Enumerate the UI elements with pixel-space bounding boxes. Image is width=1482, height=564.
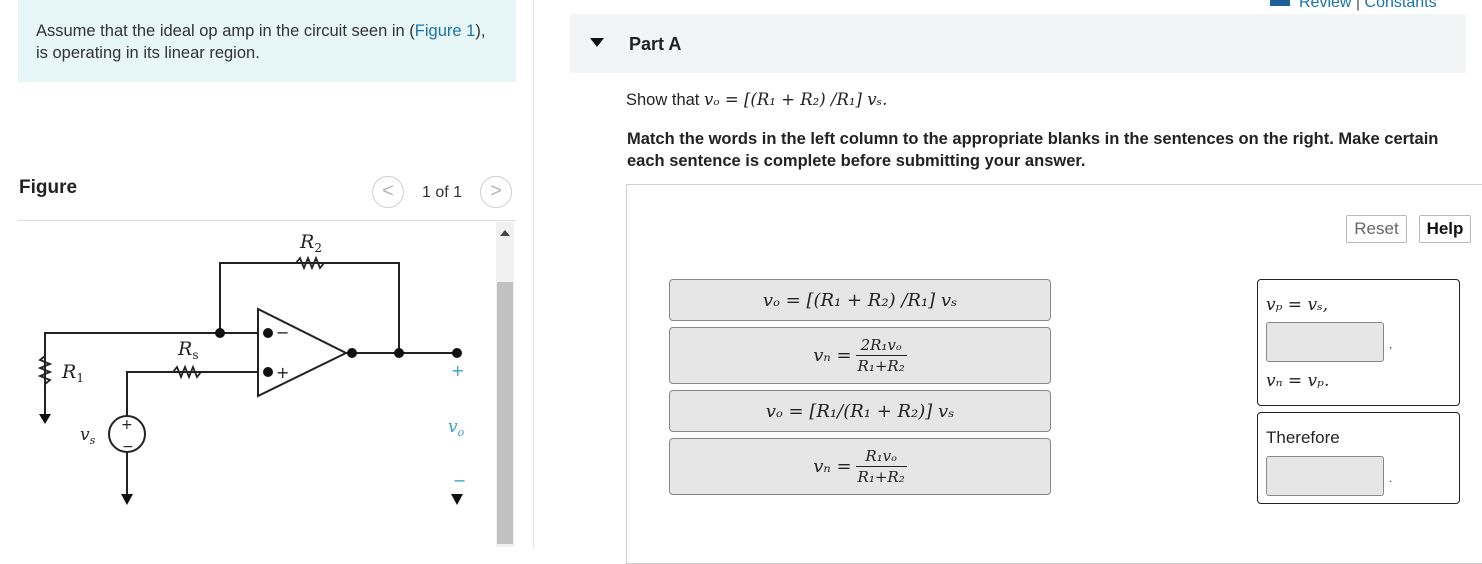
book-icon [1270, 0, 1290, 6]
vo-plus: + [451, 361, 464, 380]
figure-count: 1 of 1 [422, 184, 463, 201]
tile-fraction: 2R₁vₒ R₁+R₂ [855, 336, 907, 375]
vo-label: vo [448, 417, 465, 439]
vs-label: vs [80, 425, 96, 447]
vo-minus: − [453, 471, 466, 490]
source-minus: − [122, 439, 134, 455]
output-arrow-down [451, 494, 463, 505]
show-statement: Show that vₒ = [(R₁ + R₂) /R₁] vₛ. [626, 90, 887, 110]
opamp-minus: − [276, 323, 289, 342]
fraction-numerator: 2R₁vₒ [860, 336, 902, 354]
tile-lhs: vₙ = [813, 456, 852, 477]
opamp-plus: + [276, 363, 289, 382]
opamp-triangle [257, 307, 349, 398]
problem-statement: Assume that the ideal op amp in the circ… [18, 0, 516, 82]
source-plus: + [121, 417, 133, 433]
instructions: Match the words in the left column to th… [627, 130, 1439, 170]
sentence-punct: . [1389, 471, 1393, 485]
sentence-box: Therefore . [1257, 412, 1460, 504]
fraction-numerator: R₁vₒ [865, 447, 897, 465]
chevron-right-icon: > [490, 180, 502, 202]
fraction-denominator: R₁+R₂ [857, 357, 905, 375]
r1-label: R1 [61, 361, 84, 385]
collapse-caret-icon[interactable] [590, 38, 604, 47]
scrollbar-thumb[interactable] [497, 282, 513, 544]
sentence-punct: , [1389, 337, 1393, 351]
show-equation: vₒ = [(R₁ + R₂) /R₁] vₛ. [703, 90, 888, 109]
rs-label: Rs [177, 338, 198, 362]
fraction-denominator: R₁+R₂ [857, 468, 905, 486]
header-links: Review | Constants [1270, 0, 1437, 12]
next-figure-button[interactable]: > [480, 176, 512, 208]
tile-lhs: vₙ = [813, 345, 852, 366]
ground-arrow-source [121, 494, 133, 505]
circuit-diagram: − + + − + − R2 Rs R1 vs vo [37, 231, 466, 505]
answer-tile[interactable]: vₙ = R₁vₒ R₁+R₂ [669, 438, 1051, 495]
r2-label: R2 [299, 231, 322, 255]
answer-tile[interactable]: vₒ = [R₁/(R₁ + R₂)] vₛ [669, 390, 1051, 432]
part-header[interactable] [570, 14, 1466, 73]
noninv-wire [126, 371, 258, 422]
show-prefix: Show that [626, 91, 704, 109]
inverting-wire [44, 332, 258, 407]
drop-blank[interactable] [1266, 456, 1384, 496]
intro-text-before: Assume that the ideal op amp in the circ… [36, 22, 415, 40]
tile-equation: vₒ = [R₁/(R₁ + R₂)] vₛ [765, 400, 955, 422]
sentence-text: Therefore [1266, 428, 1340, 447]
sentence-text: vₙ = vₚ. [1266, 371, 1330, 391]
prev-figure-button[interactable]: < [372, 176, 404, 208]
help-button[interactable]: Help [1419, 215, 1471, 243]
figure-heading: Figure [19, 177, 78, 198]
reset-button[interactable]: Reset [1346, 215, 1407, 243]
figure-link[interactable]: Figure 1 [415, 22, 476, 40]
scroll-up-icon[interactable] [500, 230, 510, 236]
review-link[interactable]: Review [1299, 0, 1351, 11]
figure-divider [18, 220, 516, 221]
tile-fraction: R₁vₒ R₁+R₂ [855, 447, 907, 486]
answer-tile[interactable]: vₙ = 2R₁vₒ R₁+R₂ [669, 327, 1051, 384]
constants-link[interactable]: Constants [1365, 0, 1437, 11]
link-separator: | [1355, 0, 1361, 11]
sentence-text: vₚ = vₛ, [1266, 295, 1329, 315]
pane-divider [533, 0, 534, 547]
figure-pager: < 1 of 1 > [372, 176, 516, 210]
answer-tile[interactable]: vₒ = [(R₁ + R₂) /R₁] vₛ [669, 279, 1051, 321]
part-title: Part A [629, 34, 682, 54]
drop-blank[interactable] [1266, 322, 1384, 362]
sentence-box: vₚ = vₛ, , vₙ = vₚ. [1257, 279, 1460, 406]
ground-arrow-left [39, 414, 51, 424]
tile-equation: vₒ = [(R₁ + R₂) /R₁] vₛ [762, 289, 958, 311]
chevron-left-icon: < [382, 180, 394, 202]
